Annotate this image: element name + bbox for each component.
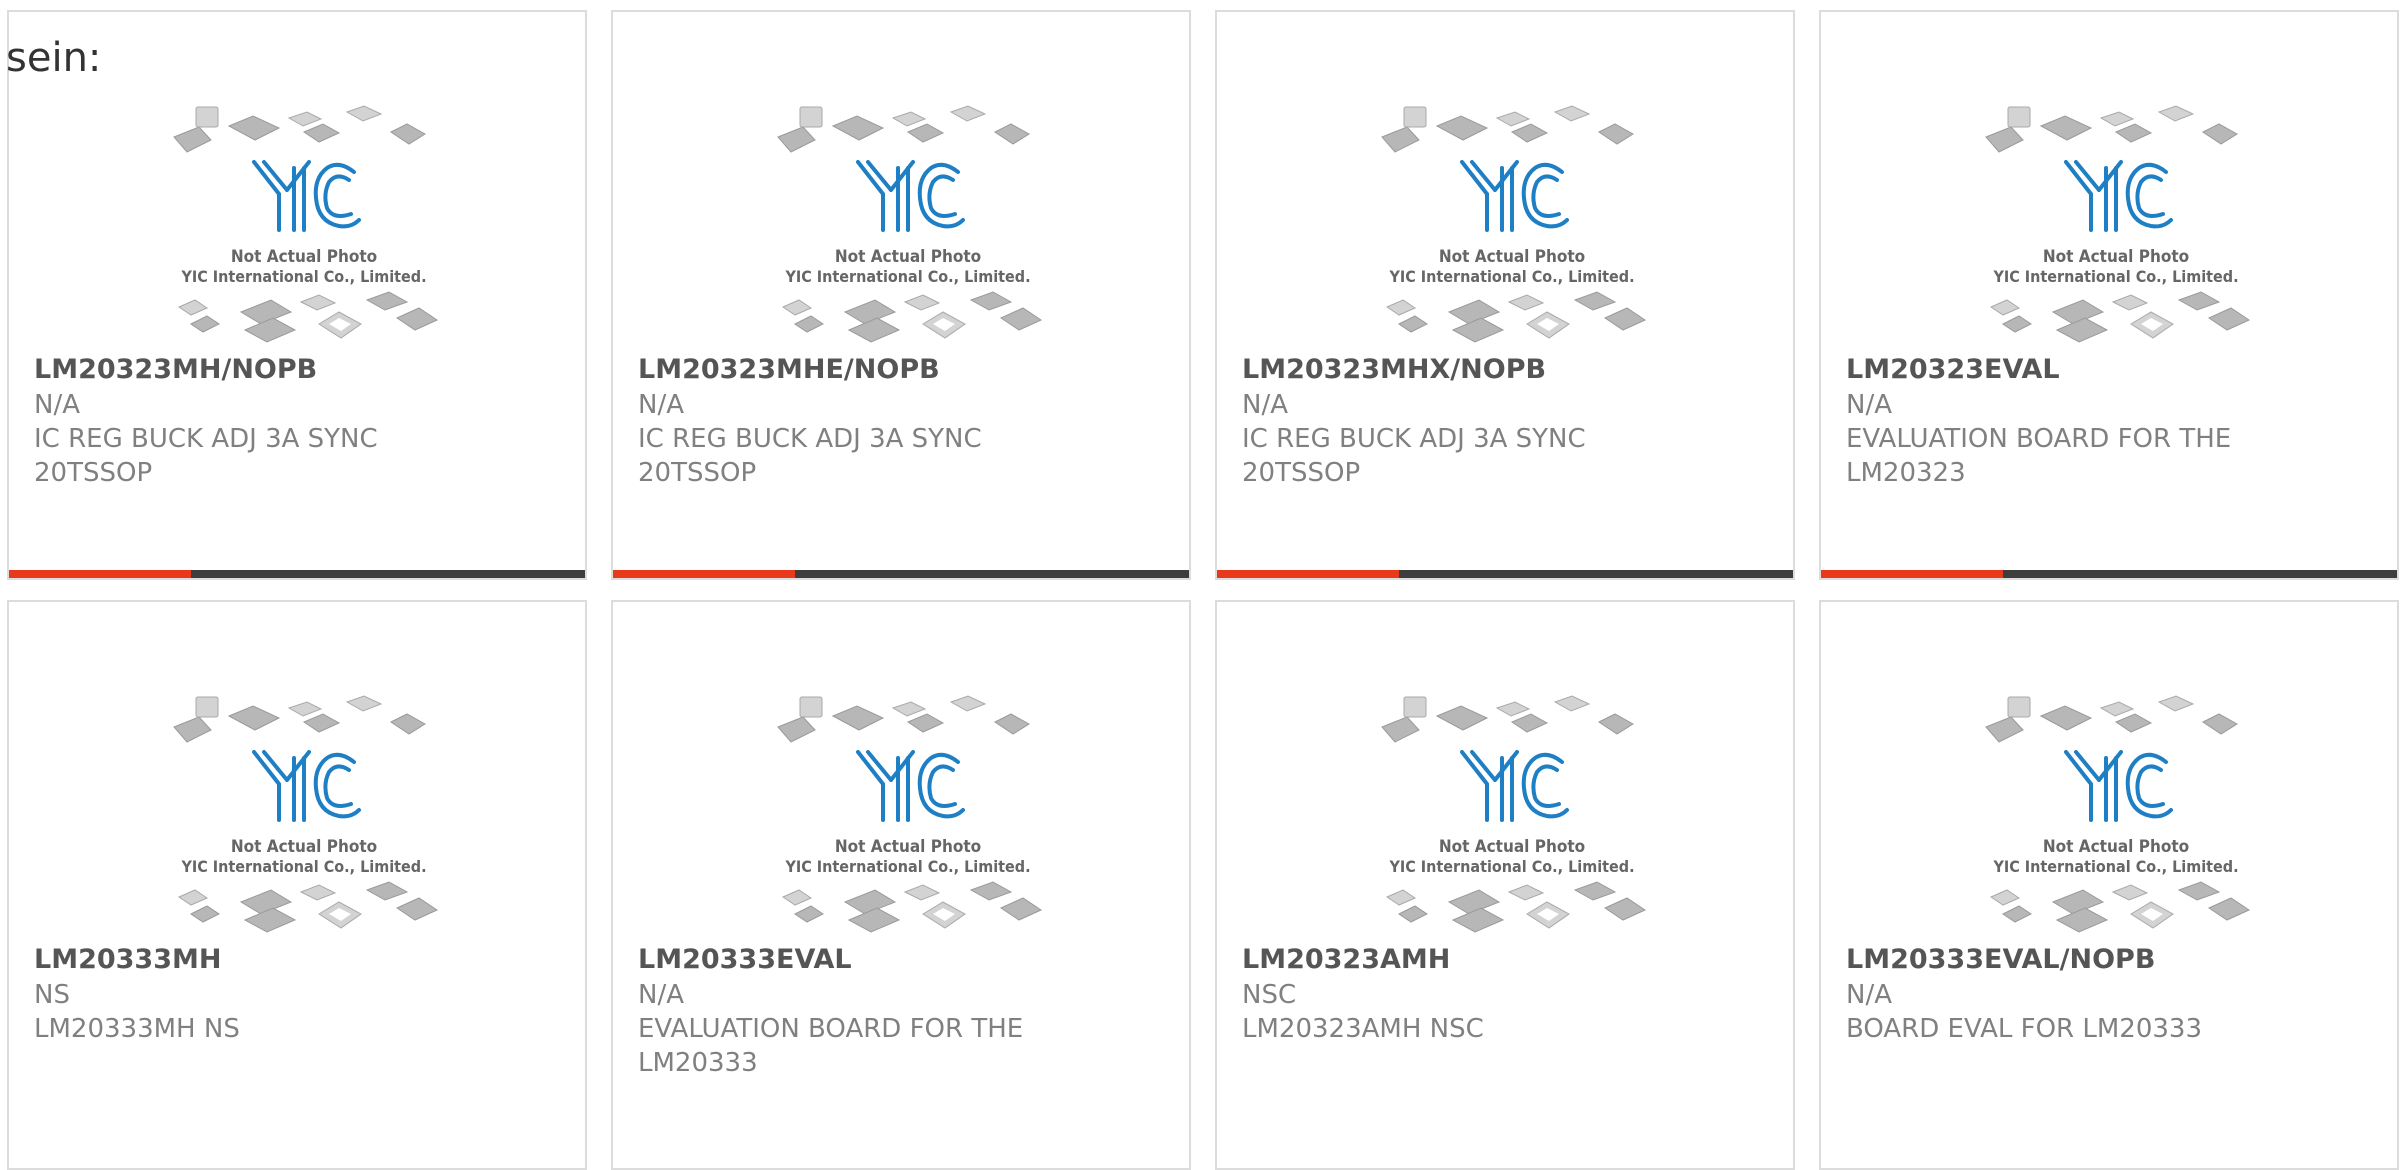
product-description: IC REG BUCK ADJ 3A SYNC 20TSSOP	[638, 424, 982, 488]
product-part-number[interactable]: LM20323AMH	[1242, 942, 1773, 978]
chip-cluster-top	[1381, 105, 1634, 153]
photo-caption-line1: Not Actual Photo	[835, 837, 981, 857]
card-accent-bar	[613, 570, 1189, 578]
photo-caption-line2: YIC International Co., Limited.	[1992, 857, 2238, 876]
chip-cluster-bottom	[177, 881, 439, 933]
product-card[interactable]: Not Actual Photo YIC International Co., …	[1819, 10, 2399, 580]
product-description: LM20333MH NS	[34, 1014, 240, 1044]
chip-cluster-top	[1381, 695, 1634, 743]
product-photo-placeholder[interactable]: Not Actual Photo YIC International Co., …	[773, 692, 1043, 942]
photo-caption-line1: Not Actual Photo	[231, 837, 377, 857]
product-photo-placeholder[interactable]: Not Actual Photo YIC International Co., …	[169, 102, 439, 352]
chip-cluster-bottom	[781, 291, 1043, 343]
product-description: BOARD EVAL FOR LM20333	[1846, 1014, 2202, 1044]
product-part-number[interactable]: LM20333EVAL/NOPB	[1846, 942, 2377, 978]
yic-logo	[1460, 750, 1569, 822]
chip-cluster-top	[777, 695, 1030, 743]
photo-caption-line2: YIC International Co., Limited.	[1992, 267, 2238, 286]
product-part-number[interactable]: LM20323EVAL	[1846, 352, 2377, 388]
yic-logo	[1460, 160, 1569, 232]
product-part-number[interactable]: LM20323MH/NOPB	[34, 352, 565, 388]
product-photo-placeholder[interactable]: Not Actual Photo YIC International Co., …	[1377, 102, 1647, 352]
product-description: EVALUATION BOARD FOR THE LM20323	[1846, 424, 2232, 488]
chip-cluster-bottom	[1989, 291, 2251, 343]
photo-caption-line1: Not Actual Photo	[835, 247, 981, 267]
chip-cluster-bottom	[1989, 881, 2251, 933]
product-part-number[interactable]: LM20333MH	[34, 942, 565, 978]
photo-caption-line2: YIC International Co., Limited.	[180, 267, 426, 286]
photo-caption-line1: Not Actual Photo	[1439, 837, 1585, 857]
product-manufacturer: N/A	[1242, 390, 1288, 420]
product-manufacturer: N/A	[1846, 980, 1892, 1010]
product-manufacturer: N/A	[638, 390, 684, 420]
product-description: IC REG BUCK ADJ 3A SYNC 20TSSOP	[1242, 424, 1586, 488]
product-description: EVALUATION BOARD FOR THE LM20333	[638, 1014, 1024, 1078]
photo-caption-line1: Not Actual Photo	[1439, 247, 1585, 267]
chip-cluster-bottom	[1385, 291, 1647, 343]
yic-logo	[252, 750, 361, 822]
product-card[interactable]: Not Actual Photo YIC International Co., …	[7, 10, 587, 580]
product-card[interactable]: Not Actual Photo YIC International Co., …	[611, 10, 1191, 580]
product-photo-placeholder[interactable]: Not Actual Photo YIC International Co., …	[773, 102, 1043, 352]
card-accent-bar	[1821, 570, 2397, 578]
product-card[interactable]: Not Actual Photo YIC International Co., …	[611, 600, 1191, 1170]
photo-caption-line2: YIC International Co., Limited.	[1388, 267, 1634, 286]
product-part-number[interactable]: LM20323MHX/NOPB	[1242, 352, 1773, 388]
product-manufacturer: N/A	[1846, 390, 1892, 420]
photo-caption-line2: YIC International Co., Limited.	[784, 857, 1030, 876]
product-card[interactable]: Not Actual Photo YIC International Co., …	[1215, 600, 1795, 1170]
product-photo-placeholder[interactable]: Not Actual Photo YIC International Co., …	[1981, 692, 2251, 942]
product-manufacturer: NSC	[1242, 980, 1297, 1010]
chip-cluster-bottom	[781, 881, 1043, 933]
product-card[interactable]: Not Actual Photo YIC International Co., …	[7, 600, 587, 1170]
photo-caption-line1: Not Actual Photo	[2043, 837, 2189, 857]
card-accent-bar	[9, 570, 585, 578]
chip-cluster-top	[777, 105, 1030, 153]
product-manufacturer: N/A	[34, 390, 80, 420]
chip-cluster-top	[173, 695, 426, 743]
chip-cluster-top	[1985, 695, 2238, 743]
yic-logo	[856, 160, 965, 232]
card-accent-bar	[1217, 570, 1793, 578]
intro-text: sein:	[6, 35, 102, 81]
product-photo-placeholder[interactable]: Not Actual Photo YIC International Co., …	[1981, 102, 2251, 352]
product-description: IC REG BUCK ADJ 3A SYNC 20TSSOP	[34, 424, 378, 488]
product-grid: Not Actual Photo YIC International Co., …	[7, 10, 2399, 1170]
chip-cluster-top	[1985, 105, 2238, 153]
chip-cluster-bottom	[177, 291, 439, 343]
photo-caption-line2: YIC International Co., Limited.	[784, 267, 1030, 286]
photo-caption-line1: Not Actual Photo	[2043, 247, 2189, 267]
product-part-number[interactable]: LM20323MHE/NOPB	[638, 352, 1169, 388]
yic-logo	[2064, 160, 2173, 232]
yic-logo	[252, 160, 361, 232]
product-manufacturer: N/A	[638, 980, 684, 1010]
product-description: LM20323AMH NSC	[1242, 1014, 1484, 1044]
product-part-number[interactable]: LM20333EVAL	[638, 942, 1169, 978]
photo-caption-line1: Not Actual Photo	[231, 247, 377, 267]
product-card[interactable]: Not Actual Photo YIC International Co., …	[1215, 10, 1795, 580]
product-manufacturer: NS	[34, 980, 70, 1010]
product-photo-placeholder[interactable]: Not Actual Photo YIC International Co., …	[169, 692, 439, 942]
photo-caption-line2: YIC International Co., Limited.	[180, 857, 426, 876]
chip-cluster-top	[173, 105, 426, 153]
yic-logo	[2064, 750, 2173, 822]
product-photo-placeholder[interactable]: Not Actual Photo YIC International Co., …	[1377, 692, 1647, 942]
product-card[interactable]: Not Actual Photo YIC International Co., …	[1819, 600, 2399, 1170]
chip-cluster-bottom	[1385, 881, 1647, 933]
photo-caption-line2: YIC International Co., Limited.	[1388, 857, 1634, 876]
yic-logo	[856, 750, 965, 822]
